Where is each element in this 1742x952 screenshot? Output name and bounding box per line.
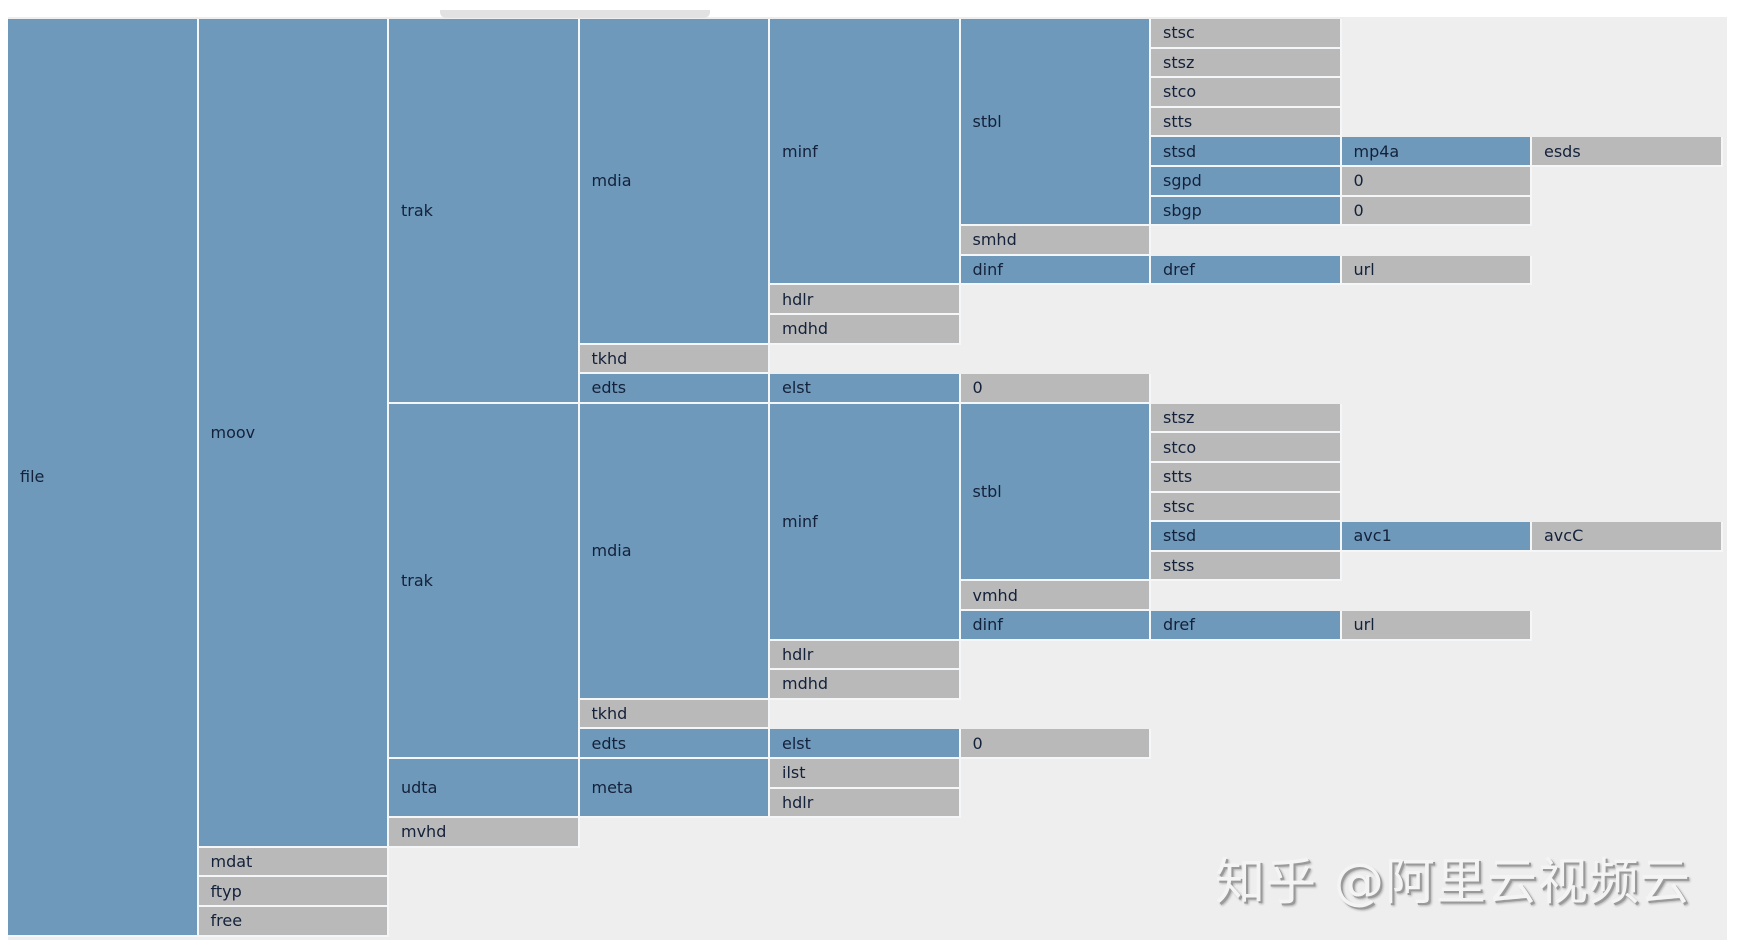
box-moov[interactable]: moov (198, 19, 389, 848)
box-udta[interactable]: udta (389, 759, 580, 819)
box-0[interactable]: 0 (960, 729, 1151, 759)
box-file[interactable]: file (8, 19, 199, 937)
box-stsc[interactable]: stsc (1151, 19, 1342, 49)
box-stsc[interactable]: stsc (1151, 492, 1342, 523)
box-meta[interactable]: meta (579, 759, 770, 819)
box-elst[interactable]: elst (770, 374, 961, 404)
box-smhd[interactable]: smhd (960, 226, 1151, 256)
box-edts[interactable]: edts (579, 729, 770, 759)
box-url[interactable]: url (1341, 611, 1532, 641)
box-stss[interactable]: stss (1151, 551, 1342, 582)
box-0[interactable]: 0 (1341, 196, 1532, 227)
box-0[interactable]: 0 (960, 374, 1151, 404)
box-tkhd[interactable]: tkhd (579, 344, 770, 375)
box-mdhd[interactable]: mdhd (770, 670, 961, 700)
box-stsz[interactable]: stsz (1151, 403, 1342, 434)
box-sbgp[interactable]: sbgp (1151, 196, 1342, 227)
box-stts[interactable]: stts (1151, 107, 1342, 138)
box-mvhd[interactable]: mvhd (389, 818, 580, 848)
box-hdlr[interactable]: hdlr (770, 788, 961, 819)
box-avc1[interactable]: avc1 (1341, 522, 1532, 552)
box-stbl[interactable]: stbl (960, 19, 1151, 227)
box-esds[interactable]: esds (1532, 137, 1723, 167)
box-dref[interactable]: dref (1151, 255, 1342, 286)
box-edts[interactable]: edts (579, 374, 770, 404)
box-sgpd[interactable]: sgpd (1151, 167, 1342, 197)
box-ilst[interactable]: ilst (770, 759, 961, 789)
box-0[interactable]: 0 (1341, 167, 1532, 197)
box-dref[interactable]: dref (1151, 611, 1342, 641)
box-free[interactable]: free (198, 907, 389, 937)
box-minf[interactable]: minf (770, 19, 961, 286)
box-elst[interactable]: elst (770, 729, 961, 759)
box-hdlr[interactable]: hdlr (770, 285, 961, 315)
box-url[interactable]: url (1341, 255, 1532, 286)
box-minf[interactable]: minf (770, 403, 961, 641)
box-stsd[interactable]: stsd (1151, 522, 1342, 552)
box-dinf[interactable]: dinf (960, 255, 1151, 286)
box-mdia[interactable]: mdia (579, 19, 770, 345)
mp4-box-structure-diagram: file moov trak mdia minf stbl stsc stsz stco stts… (0, 0, 1742, 952)
box-stco[interactable]: stco (1151, 433, 1342, 463)
box-stsd[interactable]: stsd (1151, 137, 1342, 167)
box-avcc[interactable]: avcC (1532, 522, 1723, 552)
box-hdlr[interactable]: hdlr (770, 640, 961, 671)
box-mdat[interactable]: mdat (198, 847, 389, 878)
box-stts[interactable]: stts (1151, 463, 1342, 493)
box-mp4a[interactable]: mp4a (1341, 137, 1532, 167)
box-stsz[interactable]: stsz (1151, 48, 1342, 79)
box-tkhd[interactable]: tkhd (579, 699, 770, 730)
box-stco[interactable]: stco (1151, 78, 1342, 108)
box-mdia[interactable]: mdia (579, 403, 770, 700)
box-stbl[interactable]: stbl (960, 403, 1151, 582)
box-vmhd[interactable]: vmhd (960, 581, 1151, 611)
box-mdhd[interactable]: mdhd (770, 315, 961, 345)
box-trak[interactable]: trak (389, 19, 580, 404)
box-ftyp[interactable]: ftyp (198, 877, 389, 907)
box-trak[interactable]: trak (389, 403, 580, 759)
watermark: 知乎 @阿里云视频云 (1215, 853, 1691, 911)
box-dinf[interactable]: dinf (960, 611, 1151, 641)
